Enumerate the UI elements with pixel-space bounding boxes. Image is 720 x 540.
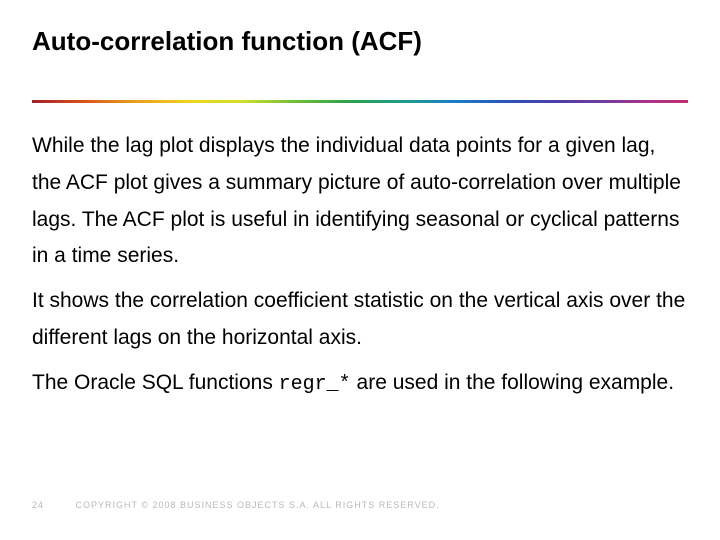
paragraph-1: While the lag plot displays the individu… <box>32 128 688 275</box>
paragraph-3: The Oracle SQL functions regr_* are used… <box>32 365 688 402</box>
paragraph-3-text-a: The Oracle SQL functions <box>32 371 279 394</box>
slide-title: Auto-correlation function (ACF) <box>32 26 688 57</box>
slide: Auto-correlation function (ACF) While th… <box>0 0 720 540</box>
inline-code-regr: regr_* <box>279 373 351 396</box>
divider-rainbow <box>32 100 688 103</box>
copyright-text: COPYRIGHT © 2008 BUSINESS OBJECTS S.A. A… <box>76 500 440 510</box>
page-number: 24 <box>32 500 44 510</box>
paragraph-3-text-b: are used in the following example. <box>351 371 674 394</box>
slide-body: While the lag plot displays the individu… <box>32 128 688 410</box>
paragraph-2: It shows the correlation coefficient sta… <box>32 283 688 357</box>
slide-footer: 24 COPYRIGHT © 2008 BUSINESS OBJECTS S.A… <box>32 500 440 510</box>
